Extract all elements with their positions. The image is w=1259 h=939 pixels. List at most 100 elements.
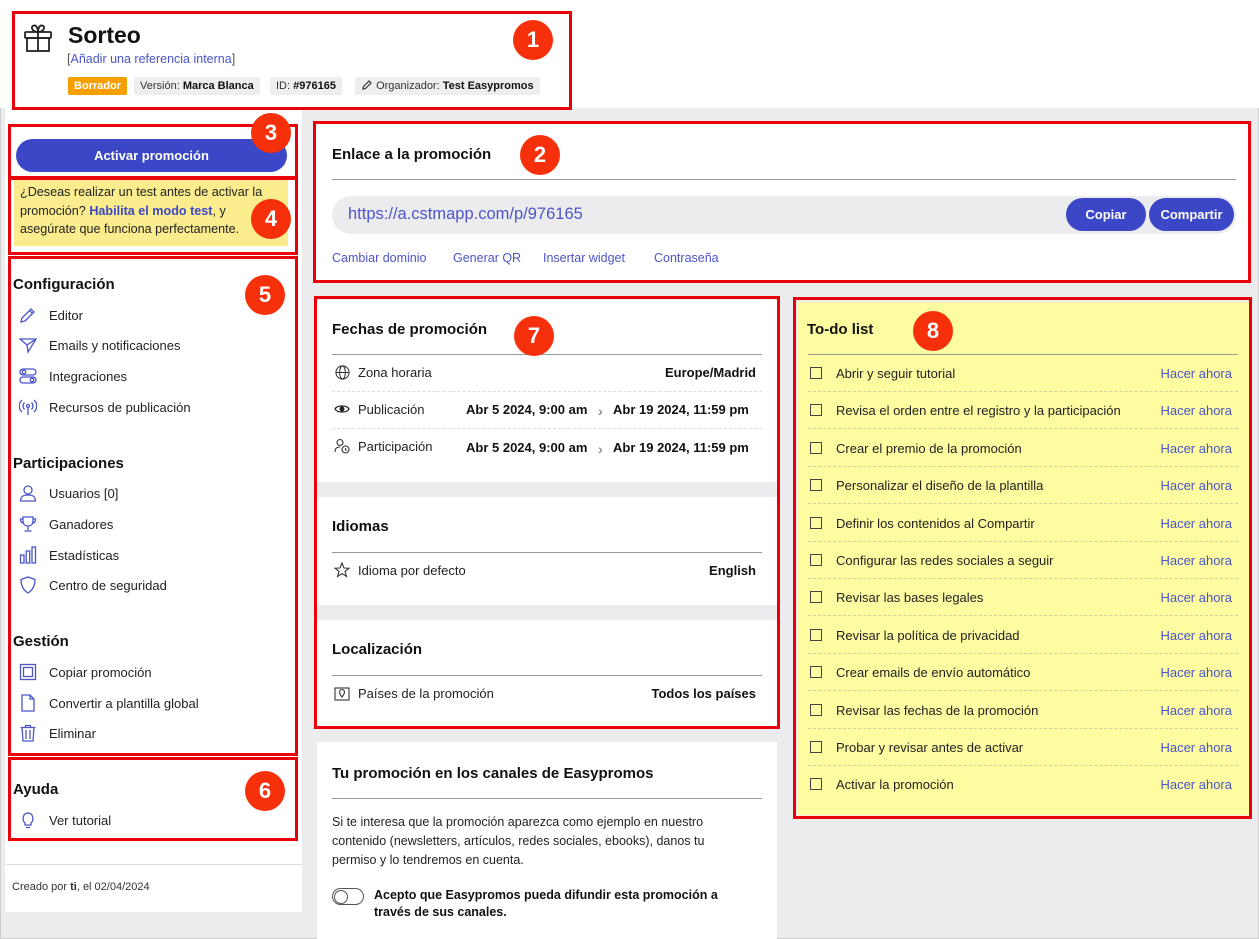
broadcast-icon	[17, 398, 39, 416]
todo-item: Revisa el orden entre el registro y la p…	[810, 399, 1232, 421]
activate-promotion-button[interactable]: Activar promoción	[16, 139, 287, 172]
do-now-link[interactable]: Hacer ahora	[1160, 777, 1232, 792]
do-now-link[interactable]: Hacer ahora	[1160, 441, 1232, 456]
id-badge: ID: #976165	[270, 77, 342, 95]
annotation-badge-5: 5	[245, 275, 285, 315]
todo-checkbox[interactable]	[810, 591, 822, 603]
todo-item: Activar la promoción Hacer ahora	[810, 773, 1232, 795]
divider	[808, 728, 1238, 729]
sidebar-item-estadisticas[interactable]: Estadísticas	[17, 544, 119, 566]
copy-button[interactable]: Copiar	[1066, 198, 1146, 231]
annotation-badge-7: 7	[514, 316, 554, 356]
todo-checkbox[interactable]	[810, 367, 822, 379]
section-title-gestion: Gestión	[13, 633, 69, 650]
todo-item: Crear emails de envío automático Hacer ah…	[810, 661, 1232, 683]
todo-checkbox[interactable]	[810, 554, 822, 566]
do-now-link[interactable]: Hacer ahora	[1160, 366, 1232, 381]
participation-start: Abr 5 2024, 9:00 am	[466, 440, 588, 455]
default-language-row: Idioma por defecto	[333, 560, 466, 580]
sidebar-item-copiar[interactable]: Copiar promoción	[17, 661, 152, 683]
send-icon	[17, 336, 39, 354]
sidebar-item-integraciones[interactable]: Integraciones	[17, 365, 127, 387]
participation-end: Abr 19 2024, 11:59 pm	[613, 440, 749, 455]
publication-row: Publicación	[333, 399, 425, 419]
organizer-badge[interactable]: Organizador: Test Easypromos	[355, 77, 540, 95]
annotation-badge-8: 8	[913, 311, 953, 351]
gift-icon	[22, 22, 54, 54]
do-now-link[interactable]: Hacer ahora	[1160, 665, 1232, 680]
sidebar-item-usuarios[interactable]: Usuarios [0]	[17, 482, 118, 504]
share-consent-toggle[interactable]	[332, 888, 364, 905]
todo-checkbox[interactable]	[810, 517, 822, 529]
do-now-link[interactable]: Hacer ahora	[1160, 740, 1232, 755]
enable-test-mode-link[interactable]: Habilita el modo test	[89, 204, 212, 218]
todo-checkbox[interactable]	[810, 666, 822, 678]
divider	[332, 391, 762, 392]
do-now-link[interactable]: Hacer ahora	[1160, 516, 1232, 531]
page-title: Sorteo	[68, 22, 141, 48]
divider	[808, 615, 1238, 616]
location-card-title: Localización	[332, 641, 423, 658]
sidebar-item-eliminar[interactable]: Eliminar	[17, 722, 96, 744]
todo-checkbox[interactable]	[810, 629, 822, 641]
do-now-link[interactable]: Hacer ahora	[1160, 703, 1232, 718]
dates-card-title: Fechas de promoción	[332, 321, 488, 338]
todo-item-label: Activar la promoción	[836, 776, 954, 792]
todo-item-label: Configurar las redes sociales a seguir	[836, 552, 1054, 568]
todo-item: Configurar las redes sociales a seguir Ha…	[810, 549, 1232, 571]
add-reference-link[interactable]: Añadir una referencia interna	[70, 52, 231, 66]
location-card	[317, 620, 777, 726]
divider	[808, 690, 1238, 691]
divider	[808, 503, 1238, 504]
annotation-badge-2: 2	[520, 135, 560, 175]
todo-checkbox[interactable]	[810, 442, 822, 454]
todo-item: Abrir y seguir tutorial Hacer ahora	[810, 362, 1232, 384]
share-consent-label: Acepto que Easypromos pueda difundir est…	[374, 888, 718, 919]
insert-widget-link[interactable]: Insertar widget	[543, 251, 625, 265]
todo-checkbox[interactable]	[810, 704, 822, 716]
password-link[interactable]: Contraseña	[654, 251, 719, 265]
do-now-link[interactable]: Hacer ahora	[1160, 590, 1232, 605]
divider	[808, 765, 1238, 766]
sidebar-item-emails[interactable]: Emails y notificaciones	[17, 334, 181, 356]
divider	[808, 541, 1238, 542]
todo-checkbox[interactable]	[810, 479, 822, 491]
todo-item-label: Revisar las bases legales	[836, 589, 984, 605]
do-now-link[interactable]: Hacer ahora	[1160, 403, 1232, 418]
languages-card	[317, 497, 777, 605]
sidebar-item-editor[interactable]: Editor	[17, 304, 83, 326]
generate-qr-link[interactable]: Generar QR	[453, 251, 521, 265]
divider	[332, 552, 762, 553]
do-now-link[interactable]: Hacer ahora	[1160, 553, 1232, 568]
promotion-url[interactable]: https://a.cstmapp.com/p/976165	[348, 205, 583, 224]
divider	[332, 179, 1236, 180]
todo-checkbox[interactable]	[810, 741, 822, 753]
todo-item-label: Personalizar el diseño de la plantilla	[836, 477, 1044, 493]
user-clock-icon	[333, 438, 351, 454]
sidebar-item-tutorial[interactable]: Ver tutorial	[17, 809, 111, 831]
pencil-icon	[17, 306, 39, 324]
annotation-badge-1: 1	[513, 20, 553, 60]
todo-item: Revisar la política de privacidad Hacer a…	[810, 624, 1232, 646]
sidebar-item-seguridad[interactable]: Centro de seguridad	[17, 574, 167, 596]
todo-item: Revisar las fechas de la promoción Hacer …	[810, 699, 1232, 721]
divider	[5, 864, 302, 865]
sidebar-item-recursos[interactable]: Recursos de publicación	[17, 396, 191, 418]
sidebar-item-ganadores[interactable]: Ganadores	[17, 513, 113, 535]
annotation-badge-3: 3	[251, 113, 291, 153]
change-domain-link[interactable]: Cambiar dominio	[332, 251, 426, 265]
bar-chart-icon	[17, 546, 39, 564]
share-button[interactable]: Compartir	[1149, 198, 1234, 231]
created-info: Creado por ti, el 02/04/2024	[12, 881, 150, 893]
globe-icon	[333, 364, 351, 380]
todo-item-label: Crear el premio de la promoción	[836, 440, 1022, 456]
sidebar-item-plantilla[interactable]: Convertir a plantilla global	[17, 692, 199, 714]
default-language-value: English	[709, 563, 756, 578]
divider	[808, 391, 1238, 392]
todo-checkbox[interactable]	[810, 404, 822, 416]
do-now-link[interactable]: Hacer ahora	[1160, 478, 1232, 493]
do-now-link[interactable]: Hacer ahora	[1160, 628, 1232, 643]
languages-card-title: Idiomas	[332, 518, 389, 535]
divider	[808, 653, 1238, 654]
todo-checkbox[interactable]	[810, 778, 822, 790]
